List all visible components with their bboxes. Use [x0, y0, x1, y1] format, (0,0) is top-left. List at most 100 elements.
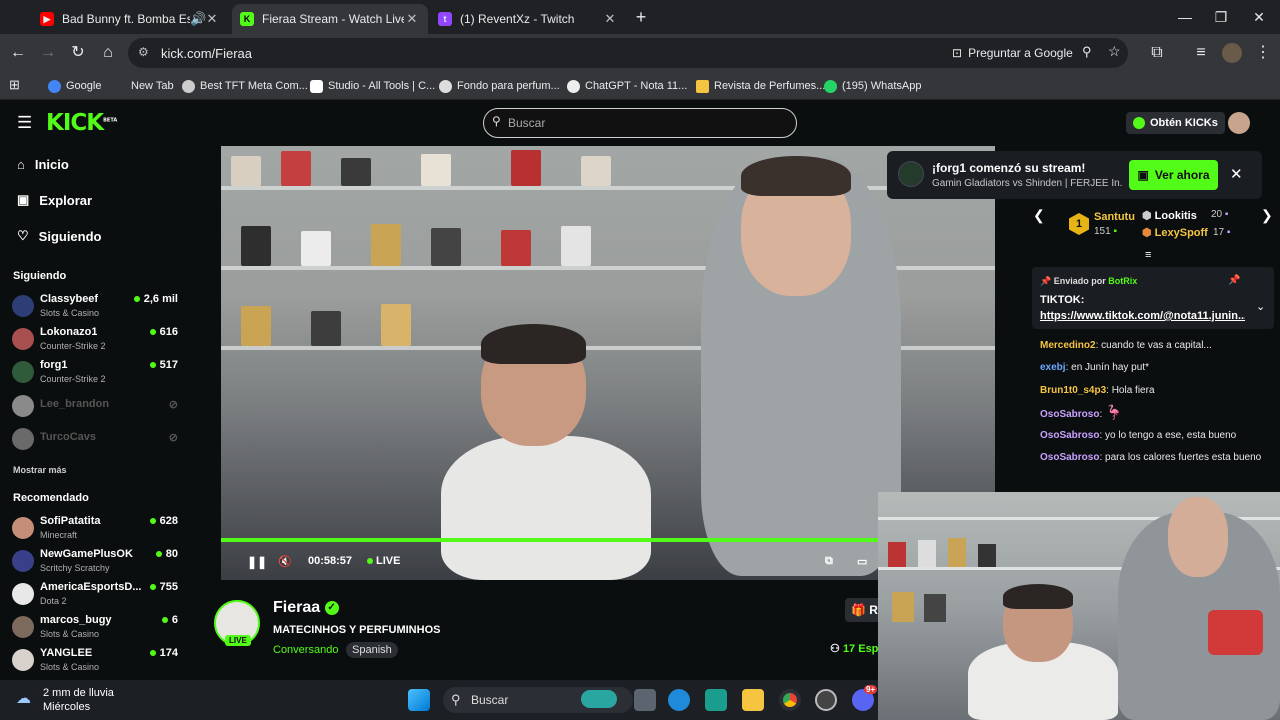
- chevron-right-icon[interactable]: ❯: [1261, 207, 1273, 224]
- bookmark-new-tab[interactable]: New Tab: [131, 77, 174, 95]
- nav-label: Inicio: [34, 156, 69, 172]
- rain-cloud-icon[interactable]: ☁: [16, 689, 36, 709]
- forward-button[interactable]: →: [37, 42, 59, 64]
- user-avatar[interactable]: [1228, 112, 1250, 134]
- new-tab-button[interactable]: +: [626, 6, 656, 28]
- bookmark-whatsapp[interactable]: (195) WhatsApp: [824, 77, 921, 95]
- recommended-channel[interactable]: marcos_bugy Slots & Casino 6: [12, 611, 182, 641]
- recommended-channel[interactable]: NewGamePlusOK Scritchy Scratchy 80: [12, 545, 182, 575]
- home-button[interactable]: ⌂: [97, 42, 119, 64]
- bookmark-chatgpt[interactable]: ChatGPT - Nota 11...: [567, 77, 687, 95]
- maximize-button[interactable]: ❐: [1206, 6, 1236, 28]
- pause-button[interactable]: ❚❚: [247, 555, 267, 569]
- users-icon: ⚇: [830, 643, 840, 655]
- bookmark-google[interactable]: Google: [48, 77, 101, 95]
- close-window-button[interactable]: ✕: [1244, 6, 1274, 28]
- reload-button[interactable]: ↻: [67, 42, 89, 64]
- chat-username[interactable]: exebj: [1040, 362, 1066, 373]
- miniplayer-icon[interactable]: ⧉: [825, 555, 833, 568]
- chrome-icon[interactable]: [779, 689, 801, 711]
- zoom-icon[interactable]: ⚲: [1082, 44, 1092, 60]
- kick-icon: K: [240, 12, 254, 26]
- search-input[interactable]: [508, 115, 788, 131]
- gift-button[interactable]: 🎁 R: [845, 598, 878, 622]
- media-controls-icon[interactable]: ≡: [1190, 42, 1212, 64]
- close-tab-icon[interactable]: ✕: [602, 11, 618, 27]
- get-kicks-button[interactable]: Obtén KICKs: [1126, 112, 1225, 134]
- address-bar[interactable]: ⚙ kick.com/Fieraa ⊡ Preguntar a Google ⚲…: [128, 38, 1128, 68]
- chat-username[interactable]: Brun1t0_s4p3: [1040, 385, 1106, 396]
- nav-siguiendo[interactable]: ♡ Siguiendo: [17, 226, 102, 246]
- chevron-left-icon[interactable]: ❮: [1033, 207, 1045, 224]
- chat-username[interactable]: OsoSabroso: [1040, 452, 1099, 463]
- weather-day[interactable]: Miércoles: [43, 701, 90, 713]
- watch-now-button[interactable]: ▣ Ver ahora: [1129, 160, 1218, 190]
- widget-icon[interactable]: [581, 690, 617, 708]
- recommended-channel[interactable]: AmericaEsportsD... Dota 2 755: [12, 578, 182, 608]
- kick-logo[interactable]: KICKBETA: [46, 110, 117, 136]
- pinned-link[interactable]: https://www.tiktok.com/@nota11.junin...: [1040, 310, 1245, 322]
- browser-tab-bar: ▶ Bad Bunny ft. Bomba Estéreo 🔊 ✕ K Fier…: [0, 0, 1280, 34]
- stream-category[interactable]: Conversando: [273, 644, 338, 656]
- live-indicator: LIVE: [367, 555, 400, 567]
- close-tab-icon[interactable]: ✕: [204, 11, 220, 27]
- channel-name: forg1: [40, 359, 68, 371]
- chat-username[interactable]: Mercedino2: [1040, 340, 1096, 351]
- chevron-down-icon[interactable]: ⌄: [1256, 300, 1265, 313]
- bookmark-tft[interactable]: Best TFT Meta Com...: [182, 77, 308, 95]
- minimize-button[interactable]: —: [1170, 6, 1200, 28]
- language-tag[interactable]: Spanish: [346, 642, 398, 658]
- theater-mode-icon[interactable]: ▭: [857, 555, 867, 568]
- show-more-link[interactable]: Mostrar más: [13, 465, 67, 475]
- task-view-icon[interactable]: [634, 689, 656, 711]
- apps-grid-icon[interactable]: ⊞: [9, 77, 20, 93]
- offline-icon: ⊘: [168, 432, 178, 444]
- rank-badge: 1: [1069, 213, 1089, 235]
- emote-icon: 🦩: [1105, 404, 1123, 420]
- following-channel[interactable]: Classybeef Slots & Casino 2,6 mil: [12, 290, 182, 320]
- edge-icon[interactable]: [668, 689, 690, 711]
- app-icon[interactable]: [705, 689, 727, 711]
- expand-icon[interactable]: ≡: [1145, 249, 1151, 261]
- tab-twitch[interactable]: t (1) ReventXz - Twitch ✕: [430, 4, 626, 34]
- close-icon[interactable]: ✕: [1230, 165, 1243, 183]
- obs-icon[interactable]: [815, 689, 837, 711]
- chat-username[interactable]: OsoSabroso: [1040, 409, 1099, 420]
- search-box[interactable]: ⚲: [483, 108, 797, 138]
- tab-youtube[interactable]: ▶ Bad Bunny ft. Bomba Estéreo 🔊 ✕: [32, 4, 228, 34]
- bookmark-star-icon[interactable]: ☆: [1108, 43, 1121, 60]
- profile-avatar[interactable]: [1222, 43, 1242, 63]
- avatar: [12, 295, 34, 317]
- recommended-channel[interactable]: SofiPatatita Minecraft 628: [12, 512, 182, 542]
- hamburger-menu-icon[interactable]: ☰: [17, 113, 32, 133]
- viewer-count: 755: [149, 581, 178, 593]
- following-channel-offline[interactable]: Lee_brandon ⊘: [12, 390, 182, 420]
- bookmark-revista[interactable]: Revista de Perfumes...: [696, 77, 825, 95]
- site-info-icon[interactable]: ⚙: [138, 45, 149, 59]
- file-explorer-icon[interactable]: [742, 689, 764, 711]
- nav-inicio[interactable]: ⌂ Inicio: [17, 154, 69, 174]
- back-button[interactable]: ←: [7, 42, 29, 64]
- extensions-icon[interactable]: ⧉: [1146, 42, 1168, 64]
- bookmark-fondo[interactable]: Fondo para perfum...: [439, 77, 560, 95]
- chat-username[interactable]: OsoSabroso: [1040, 430, 1099, 441]
- avatar: [12, 616, 34, 638]
- following-channel[interactable]: Lokonazo1 Counter-Strike 2 616: [12, 323, 182, 353]
- nav-explorar[interactable]: ▣ Explorar: [17, 190, 92, 210]
- mute-icon[interactable]: 🔇: [278, 555, 292, 568]
- bookmark-studio[interactable]: Studio - All Tools | C...: [310, 77, 435, 95]
- leaderboard-count: 20 ▪: [1211, 209, 1228, 220]
- gift-icon: 🎁: [851, 603, 866, 617]
- following-channel[interactable]: forg1 Counter-Strike 2 517: [12, 356, 182, 386]
- weather-text[interactable]: 2 mm de lluvia: [43, 687, 114, 699]
- following-channel-offline[interactable]: TurcoCavs ⊘: [12, 423, 182, 453]
- pinned-message: 📌 Enviado por BotRix 📌 TIKTOK: https://w…: [1032, 267, 1274, 329]
- windows-start-icon[interactable]: [408, 689, 430, 711]
- channel-name[interactable]: Fieraa ✓: [273, 599, 339, 617]
- recommended-channel[interactable]: YANGLEE Slots & Casino 174: [12, 644, 182, 674]
- close-tab-icon[interactable]: ✕: [404, 11, 420, 27]
- ask-google-button[interactable]: ⊡ Preguntar a Google: [946, 42, 1079, 64]
- unpin-icon[interactable]: 📌: [1228, 275, 1240, 286]
- menu-icon[interactable]: ⋮: [1252, 42, 1274, 64]
- tab-kick[interactable]: K Fieraa Stream - Watch Live on Kick ✕: [232, 4, 428, 34]
